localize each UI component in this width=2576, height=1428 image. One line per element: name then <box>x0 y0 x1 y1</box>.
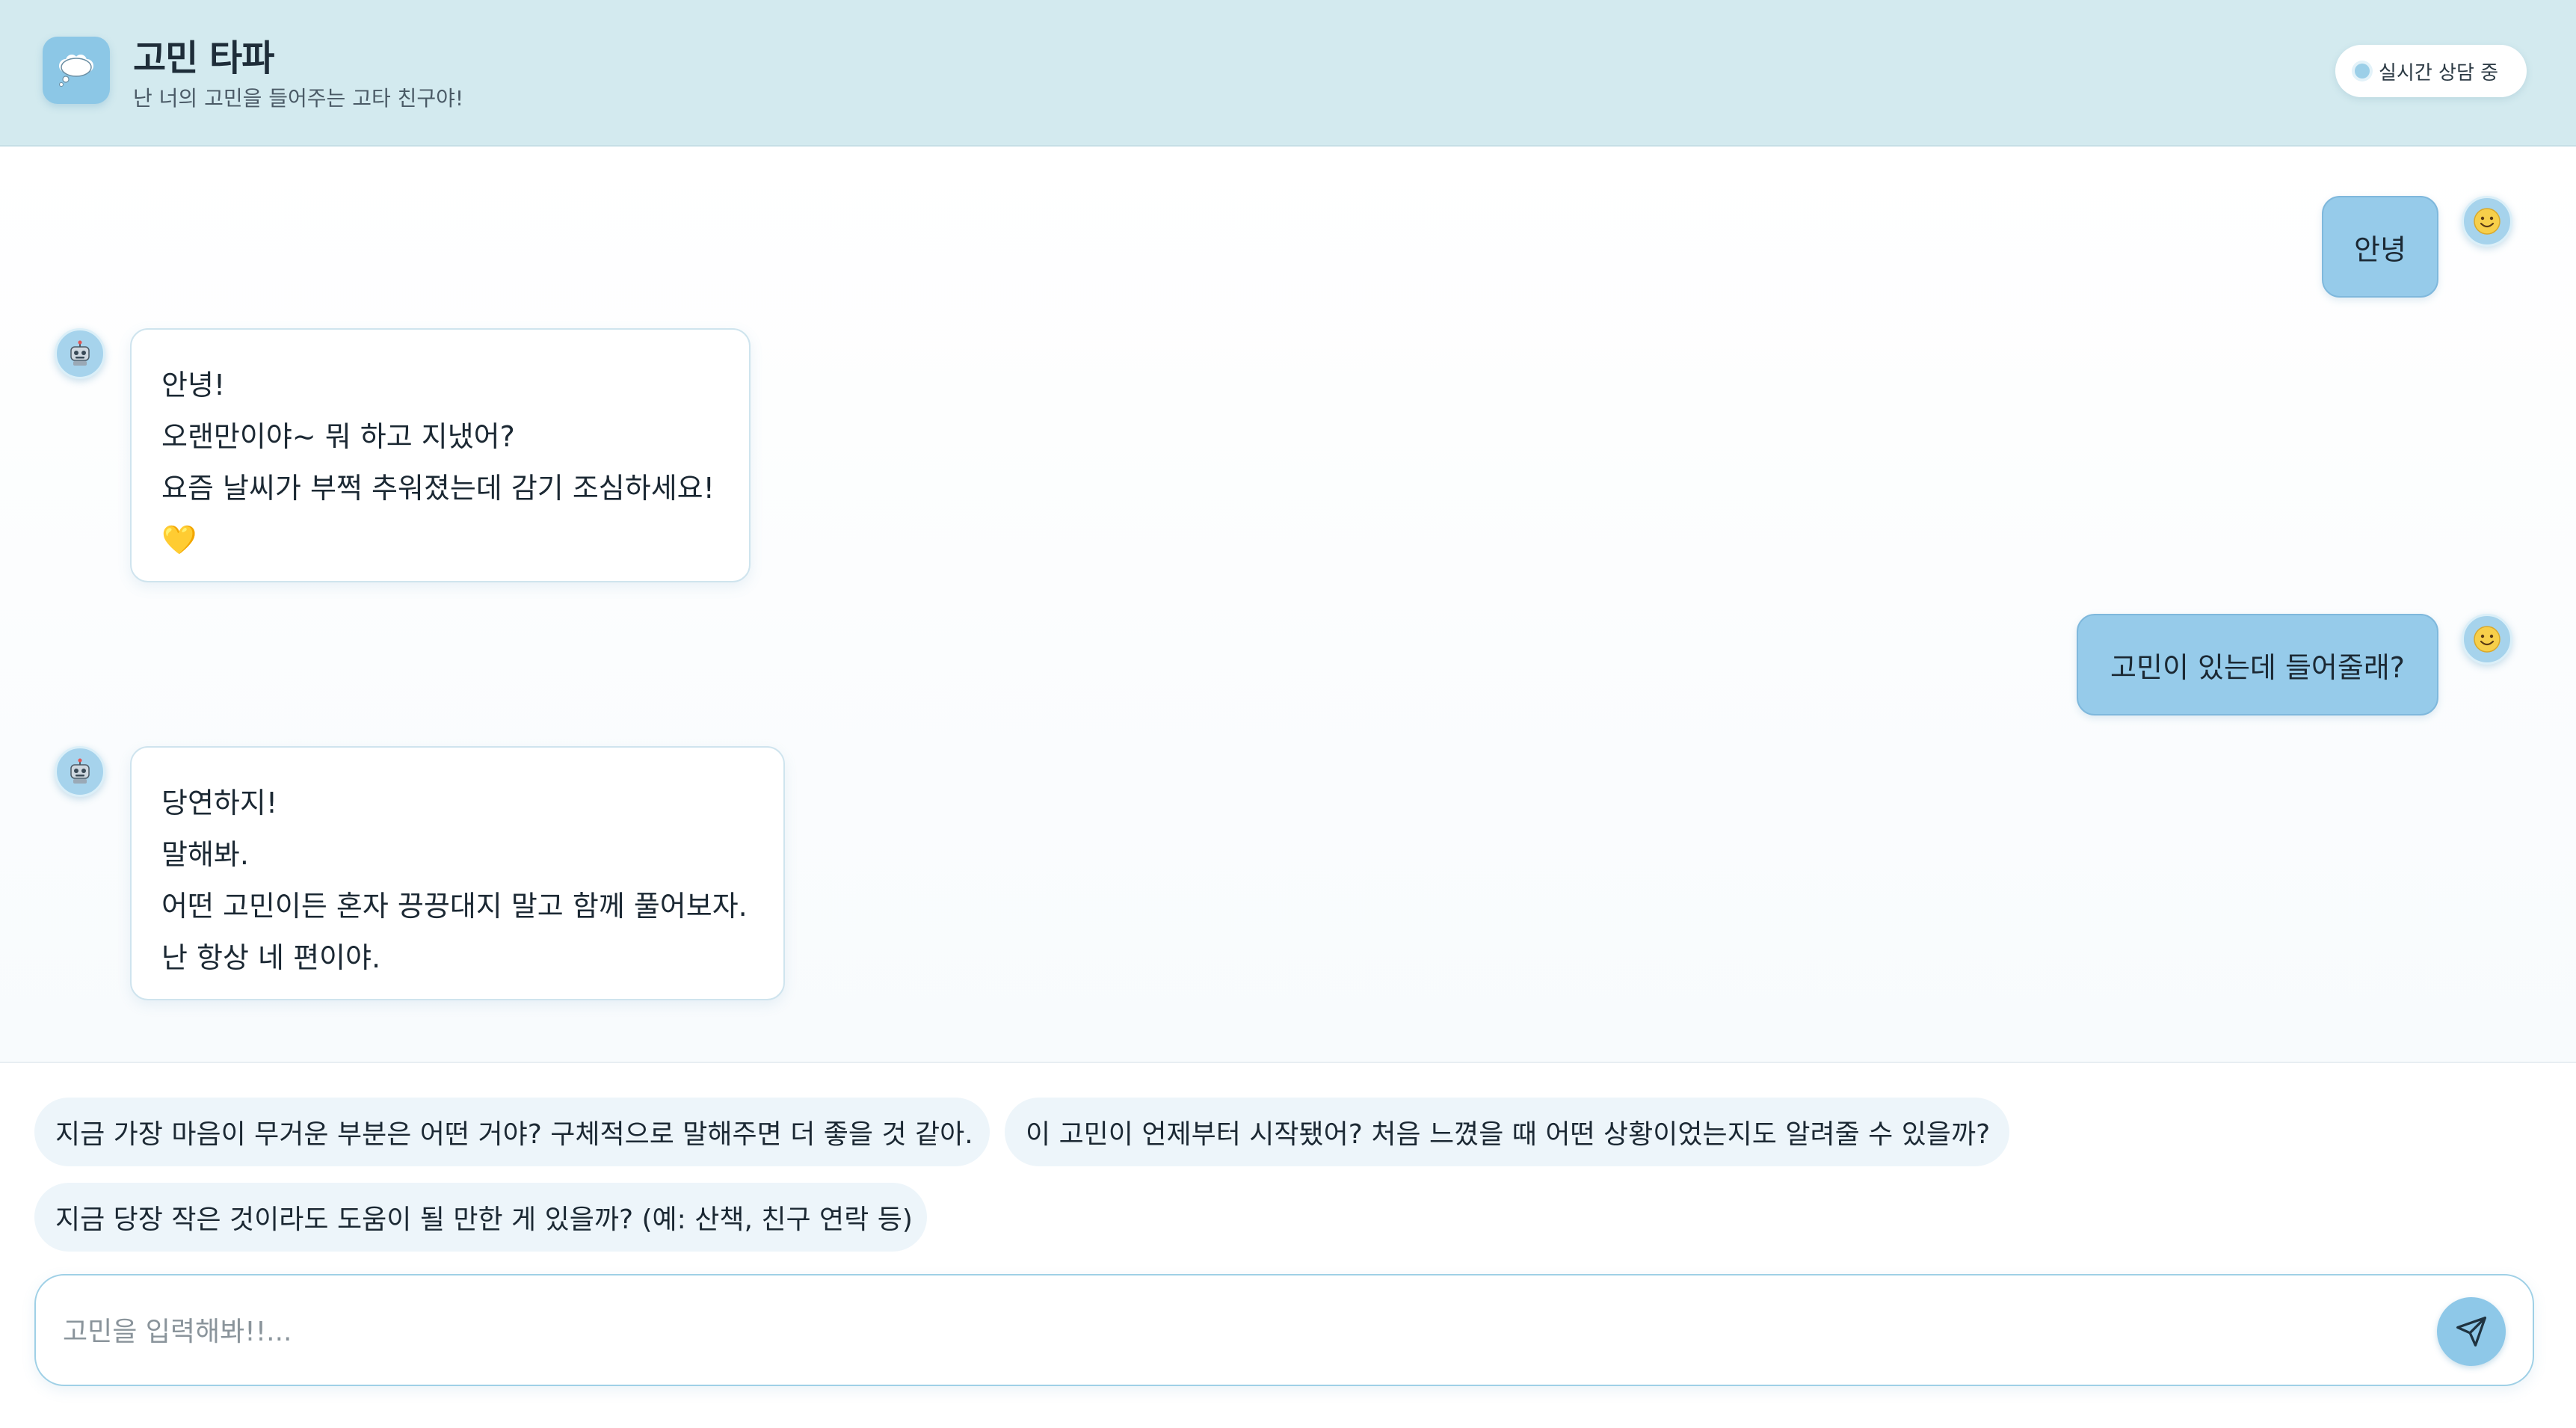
message-line: 당연하지! <box>161 787 278 819</box>
message-input-box <box>34 1274 2534 1386</box>
message-line: 오랜만이야~ 뭐 하고 지냈어? <box>161 420 515 453</box>
suggestion-chip[interactable]: 이 고민이 언제부터 시작됐어? 처음 느꼈을 때 어떤 상황이었는지도 알려줄… <box>1005 1098 2009 1166</box>
message-input[interactable] <box>63 1298 2410 1365</box>
app-title: 고민 타파 <box>133 37 274 79</box>
yellow-heart-emoji: 💛 <box>161 523 197 556</box>
robot-icon <box>55 746 105 797</box>
send-icon <box>2456 1317 2486 1347</box>
robot-icon <box>55 328 105 379</box>
smiley-face-icon <box>2462 196 2512 247</box>
message-line: 난 항상 네 편이야. <box>161 941 381 974</box>
user-message-bubble: 안녕 <box>2322 196 2438 298</box>
chat-messages[interactable]: 안녕 안녕! 오랜만이야~ 뭐 하고 지냈어? 요즘 날씨가 부쩍 추워졌는데 … <box>0 148 2576 1062</box>
status-dot-icon <box>2355 64 2370 79</box>
suggestion-chip[interactable]: 지금 당장 작은 것이라도 도움이 될 만한 게 있을까? (예: 산책, 친구… <box>34 1183 927 1252</box>
message-line: 요즘 날씨가 부쩍 추워졌는데 감기 조심하세요! <box>161 472 715 505</box>
message-line: 안녕! <box>161 369 226 401</box>
bot-message-bubble: 안녕! 오랜만이야~ 뭐 하고 지냈어? 요즘 날씨가 부쩍 추워졌는데 감기 … <box>130 328 751 582</box>
suggestion-area: 지금 가장 마음이 무거운 부분은 어떤 거야? 구체적으로 말해주면 더 좋을… <box>0 1062 2576 1428</box>
message-text: 고민이 있는데 들어줄래? <box>2110 650 2405 684</box>
status-badge: 실시간 상담 중 <box>2335 45 2527 97</box>
message-text: 안녕 <box>2354 233 2406 266</box>
status-label: 실시간 상담 중 <box>2379 61 2499 84</box>
message-line: 어떤 고민이든 혼자 끙끙대지 말고 함께 풀어보자. <box>161 890 748 923</box>
suggestion-chip[interactable]: 지금 가장 마음이 무거운 부분은 어떤 거야? 구체적으로 말해주면 더 좋을… <box>34 1098 990 1166</box>
bot-message-bubble: 당연하지! 말해봐. 어떤 고민이든 혼자 끙끙대지 말고 함께 풀어보자. 난… <box>130 746 785 1000</box>
smiley-face-icon <box>2462 614 2512 665</box>
app-header: 고민 타파 난 너의 고민을 들어주는 고타 친구야! 실시간 상담 중 <box>0 0 2576 147</box>
user-message-bubble: 고민이 있는데 들어줄래? <box>2077 614 2438 715</box>
app-subtitle: 난 너의 고민을 들어주는 고타 친구야! <box>133 86 464 111</box>
message-line: 말해봐. <box>161 838 249 871</box>
send-button[interactable] <box>2437 1297 2506 1366</box>
thought-bubble-icon <box>43 37 110 104</box>
